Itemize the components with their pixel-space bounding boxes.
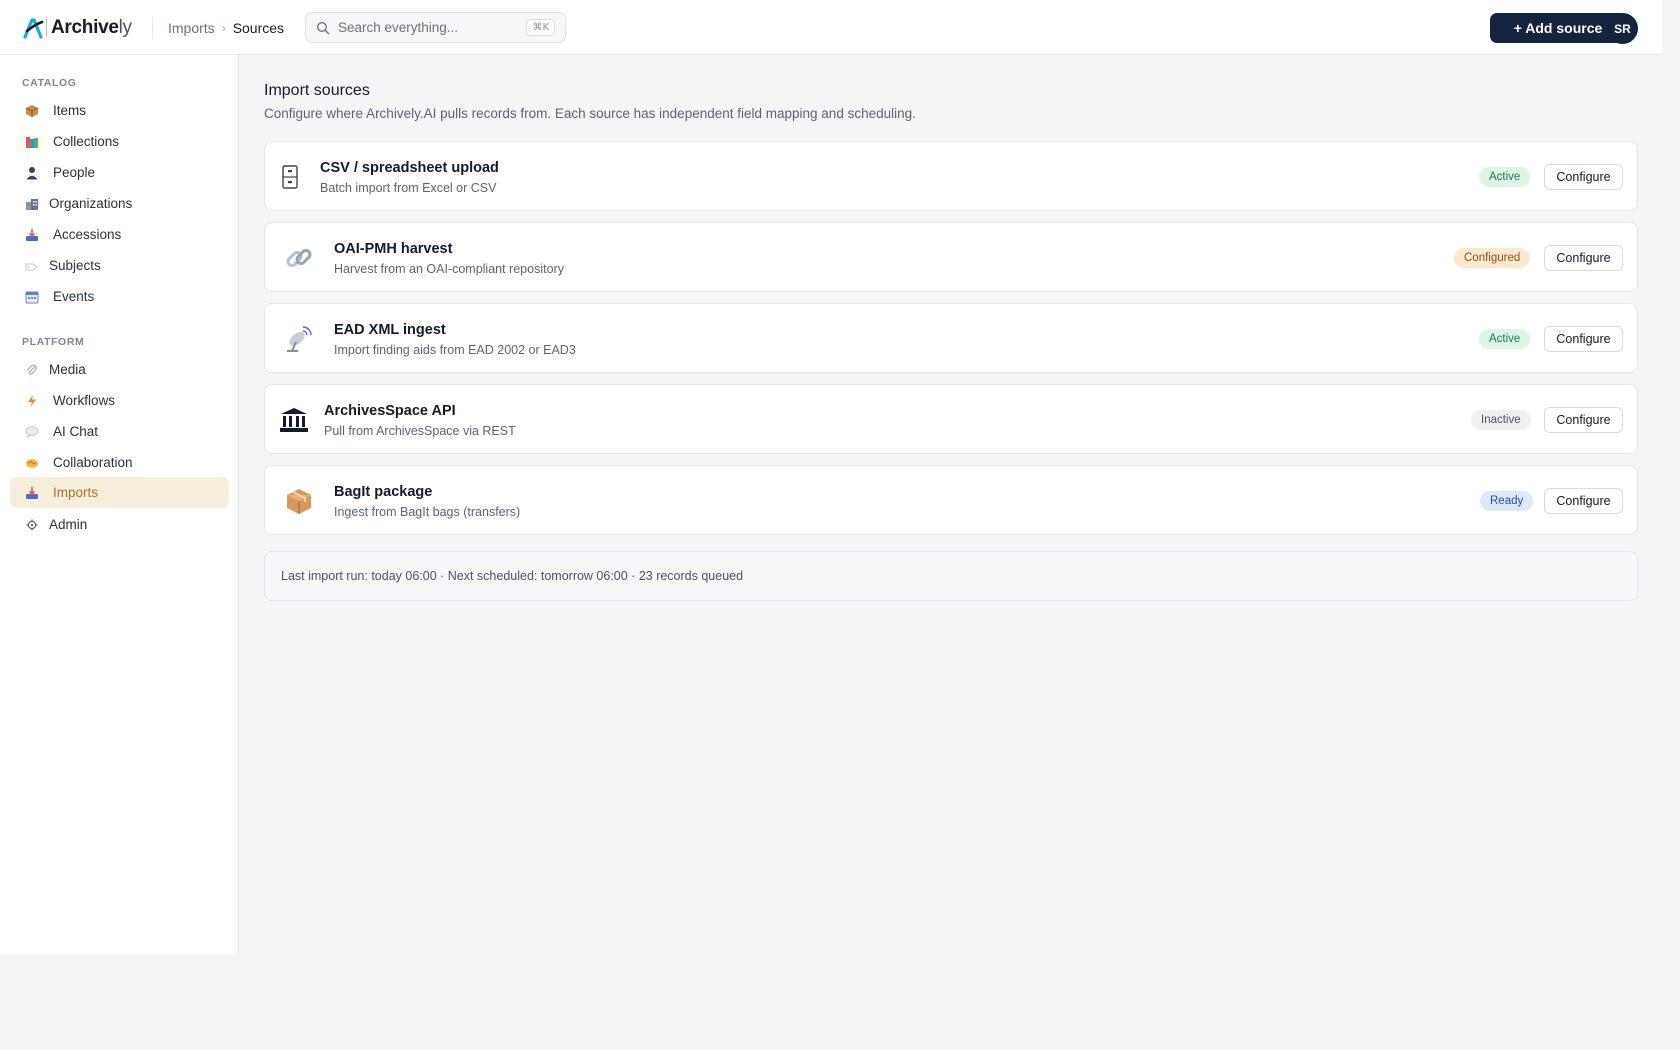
sidebar-item-ai-chat[interactable]: AI Chat: [10, 416, 229, 447]
source-description: Harvest from an OAI-compliant repository: [334, 262, 564, 276]
status-badge: Configured: [1454, 248, 1531, 268]
tag-icon: [24, 258, 40, 274]
speech-bubble-icon: [24, 424, 40, 440]
bank-icon: [277, 403, 311, 437]
catalog-section-label: CATALOG: [22, 77, 77, 89]
inbox-tray-icon: [24, 485, 40, 501]
inbox-tray-icon: [24, 227, 40, 243]
sidebar-item-collections[interactable]: Collections: [10, 126, 229, 157]
source-card-ead-xml: EAD XML ingest Import finding aids from …: [264, 303, 1638, 373]
link-icon: [282, 241, 316, 275]
sidebar-item-label: AI Chat: [53, 424, 99, 439]
top-header: Archively Imports › Sources Search every…: [0, 0, 1662, 55]
sidebar-item-label: Organizations: [49, 196, 133, 211]
handshake-icon: [24, 455, 40, 471]
sidebar-item-label: Collections: [53, 134, 120, 149]
header-divider: [152, 17, 153, 39]
configure-button[interactable]: Configure: [1544, 245, 1623, 271]
source-card-bagit: BagIt package Ingest from BagIt bags (tr…: [264, 465, 1638, 535]
configure-button[interactable]: Configure: [1544, 407, 1623, 433]
page-subtitle: Configure where Archively.AI pulls recor…: [264, 106, 916, 121]
configure-button[interactable]: Configure: [1544, 326, 1623, 352]
import-status-text: Last import run: today 06:00 · Next sche…: [281, 569, 744, 583]
sidebar-item-label: Items: [53, 103, 87, 118]
app-logo[interactable]: Archively: [22, 14, 132, 42]
source-card-archivesspace: ArchivesSpace API Pull from ArchivesSpac…: [264, 384, 1638, 454]
search-icon: [316, 21, 330, 34]
package-icon: [282, 484, 316, 518]
source-description: Import finding aids from EAD 2002 or EAD…: [334, 343, 576, 357]
logo-separator: [46, 19, 47, 37]
sidebar-item-people[interactable]: People: [10, 157, 229, 188]
app-name: Archively: [51, 17, 132, 38]
source-card-oai-pmh: OAI-PMH harvest Harvest from an OAI-comp…: [264, 222, 1638, 292]
status-badge: Active: [1479, 329, 1531, 349]
source-description: Batch import from Excel or CSV: [320, 181, 497, 195]
archively-logo-icon: [23, 18, 44, 39]
person-icon: [24, 165, 40, 181]
sidebar-item-organizations[interactable]: Organizations: [10, 188, 229, 219]
sidebar-item-media[interactable]: Media: [10, 354, 229, 385]
configure-button[interactable]: Configure: [1544, 488, 1623, 514]
status-badge: Active: [1479, 167, 1531, 187]
sidebar-item-label: People: [53, 165, 96, 180]
sidebar-item-label: Workflows: [53, 393, 116, 408]
sidebar-item-label: Subjects: [49, 258, 101, 273]
search-placeholder: Search everything...: [338, 20, 459, 35]
file-cabinet-icon: [273, 160, 307, 194]
sidebar-item-label: Media: [49, 362, 86, 377]
sidebar-item-label: Events: [53, 289, 95, 304]
sidebar-item-label: Admin: [49, 517, 88, 532]
paperclip-icon: [24, 362, 40, 378]
sidebar-item-events[interactable]: Events: [10, 281, 229, 312]
sidebar-item-items[interactable]: Items: [10, 95, 229, 126]
search-shortcut: ⌘K: [526, 19, 555, 36]
source-name: OAI-PMH harvest: [334, 241, 453, 257]
platform-section-label: PLATFORM: [22, 336, 85, 348]
source-name: CSV / spreadsheet upload: [320, 160, 499, 176]
satellite-dish-icon: [282, 322, 316, 356]
sidebar-item-label: Accessions: [53, 227, 122, 242]
source-description: Pull from ArchivesSpace via REST: [324, 424, 516, 438]
sidebar-item-workflows[interactable]: Workflows: [10, 385, 229, 416]
add-source-button[interactable]: + Add source: [1490, 13, 1626, 43]
breadcrumb-imports[interactable]: Imports: [168, 20, 215, 36]
search-input[interactable]: Search everything... ⌘K: [305, 12, 566, 43]
source-name: BagIt package: [334, 484, 433, 500]
sidebar-item-label: Collaboration: [53, 455, 133, 470]
sidebar-item-admin[interactable]: Admin: [10, 509, 229, 540]
sidebar-item-subjects[interactable]: Subjects: [10, 250, 229, 281]
breadcrumb-current: Sources: [232, 20, 285, 36]
package-icon: [24, 103, 40, 119]
import-status-bar: Last import run: today 06:00 · Next sche…: [264, 551, 1638, 601]
buildings-icon: [24, 196, 40, 212]
gear-icon: [24, 517, 40, 533]
configure-button[interactable]: Configure: [1544, 164, 1623, 190]
sidebar-item-label: Imports: [53, 485, 99, 500]
sidebar-item-accessions[interactable]: Accessions: [10, 219, 229, 250]
sidebar-item-collaboration[interactable]: Collaboration: [10, 447, 229, 478]
source-name: EAD XML ingest: [334, 322, 446, 338]
source-name: ArchivesSpace API: [324, 403, 456, 419]
breadcrumb-separator: ›: [221, 21, 226, 35]
breadcrumb: Imports › Sources: [168, 20, 284, 36]
status-badge: Ready: [1480, 491, 1534, 511]
calendar-icon: [24, 289, 40, 305]
source-description: Ingest from BagIt bags (transfers): [334, 505, 521, 519]
books-icon: [24, 134, 40, 150]
user-avatar[interactable]: SR: [1607, 13, 1638, 44]
status-badge: Inactive: [1471, 410, 1531, 430]
sidebar-item-imports[interactable]: Imports: [10, 477, 229, 508]
source-card-csv: CSV / spreadsheet upload Batch import fr…: [264, 141, 1638, 211]
sidebar: CATALOG Items Collections People Organiz…: [0, 55, 239, 954]
page-title: Import sources: [264, 82, 370, 99]
lightning-icon: [24, 393, 40, 409]
